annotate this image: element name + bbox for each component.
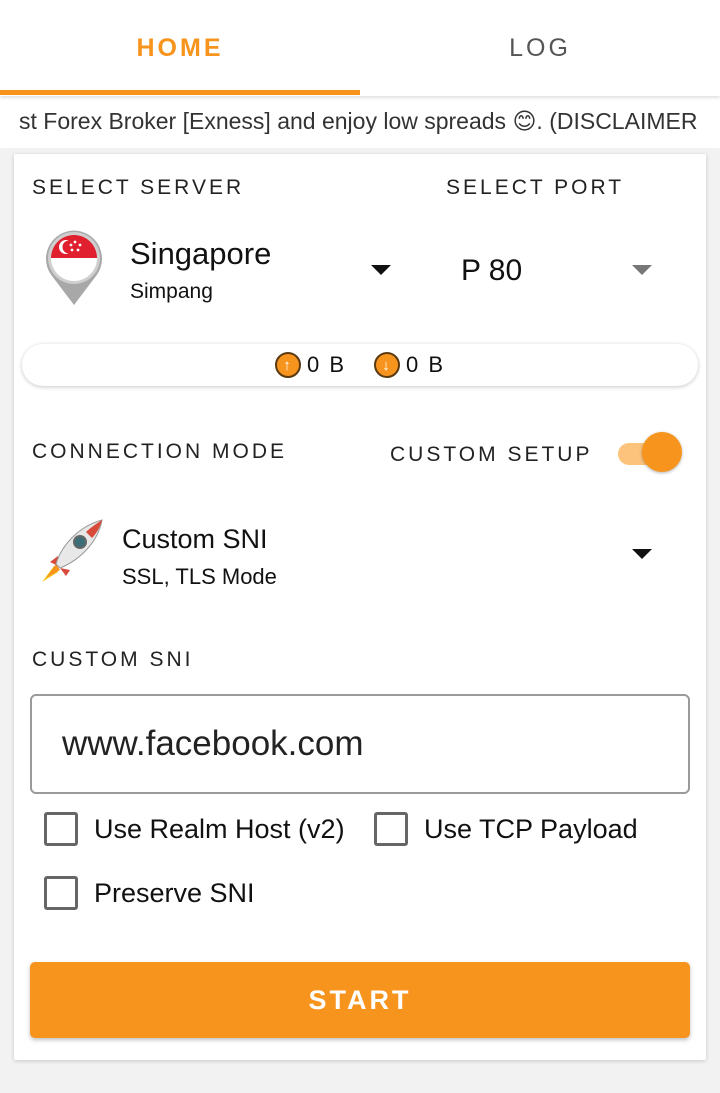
server-dropdown-caret-icon[interactable]: [371, 265, 391, 275]
mode-dropdown-caret-icon[interactable]: [632, 549, 652, 559]
tcp-payload-label: Use TCP Payload: [424, 813, 638, 844]
port-value: P 80: [461, 254, 523, 287]
realm-host-label: Use Realm Host (v2): [94, 813, 345, 844]
tab-log[interactable]: LOG: [360, 0, 720, 96]
realm-host-checkbox[interactable]: Use Realm Host (v2): [44, 812, 345, 846]
preserve-sni-label: Preserve SNI: [94, 877, 255, 908]
start-button[interactable]: START: [30, 962, 690, 1038]
preserve-sni-checkbox[interactable]: Preserve SNI: [44, 876, 255, 910]
mode-subtitle: SSL, TLS Mode: [122, 564, 277, 589]
custom-sni-label: CUSTOM SNI: [32, 648, 194, 671]
tcp-payload-checkbox[interactable]: Use TCP Payload: [374, 812, 638, 846]
download-arrow-icon: ↓: [374, 352, 400, 378]
mode-name: Custom SNI: [122, 524, 268, 554]
select-port-label: SELECT PORT: [446, 176, 625, 199]
server-subtitle: Simpang: [130, 280, 213, 303]
connection-mode-label: CONNECTION MODE: [32, 440, 287, 463]
custom-setup-label: CUSTOM SETUP: [390, 443, 593, 466]
upload-counter: ↑ 0 B: [274, 352, 346, 378]
active-tab-indicator: [0, 90, 360, 95]
tab-bar: HOME LOG: [0, 0, 720, 96]
custom-sni-input[interactable]: www.facebook.com: [30, 694, 690, 794]
custom-sni-value: www.facebook.com: [62, 724, 364, 763]
select-server-label: SELECT SERVER: [32, 176, 245, 199]
rocket-icon: [42, 519, 103, 582]
checkbox-box[interactable]: [374, 812, 408, 846]
upload-value: 0 B: [306, 352, 346, 377]
upload-arrow-icon: ↑: [274, 352, 301, 378]
server-name: Singapore: [130, 236, 272, 271]
port-dropdown-caret-icon[interactable]: [632, 265, 652, 275]
singapore-flag-pin-icon: [46, 230, 103, 305]
toggle-thumb: [642, 432, 682, 472]
checkbox-box[interactable]: [44, 812, 78, 846]
traffic-counter: ↑ 0 B ↓ 0 B: [22, 344, 698, 386]
announcement-marquee: st Forex Broker [Exness] and enjoy low s…: [0, 96, 720, 148]
main-card: SELECT SERVER SELECT PORT Singapore Simp…: [14, 154, 706, 1060]
custom-setup-toggle[interactable]: [618, 432, 684, 472]
marquee-text: st Forex Broker [Exness] and enjoy low s…: [19, 108, 698, 134]
checkbox-box[interactable]: [44, 876, 78, 910]
tab-home[interactable]: HOME: [0, 0, 360, 96]
download-value: 0 B: [406, 352, 446, 377]
download-counter: ↓ 0 B: [374, 352, 445, 378]
